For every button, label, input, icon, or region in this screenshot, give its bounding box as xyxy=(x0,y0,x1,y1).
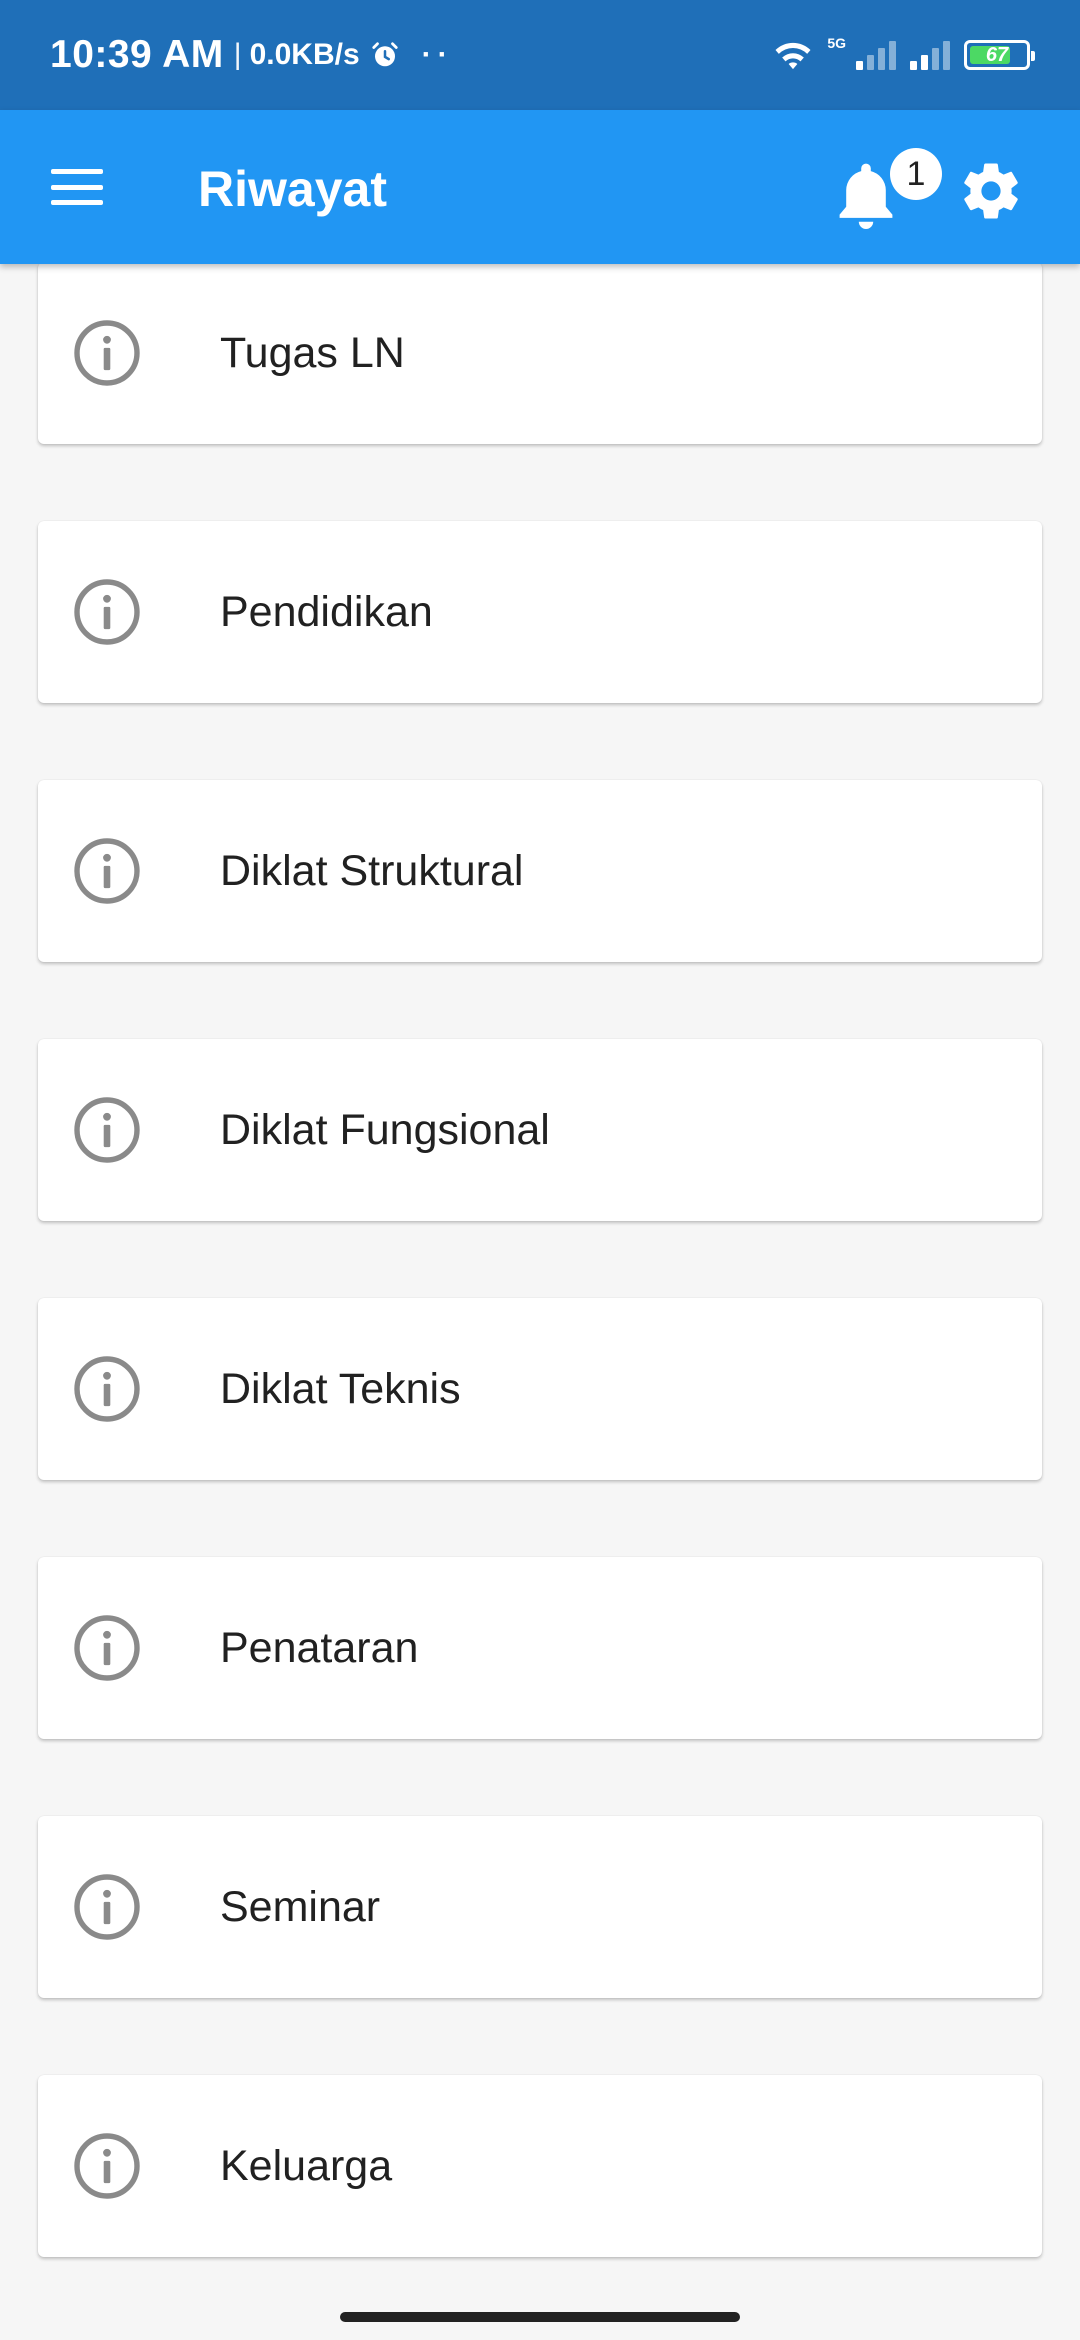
info-icon xyxy=(74,1356,140,1422)
info-icon xyxy=(74,1097,140,1163)
info-icon xyxy=(74,1874,140,1940)
network-type-label: 5G xyxy=(827,35,846,51)
network-speed: 0.0KB/s xyxy=(249,38,360,71)
battery-level: 67 xyxy=(985,43,1009,66)
list-item-pendidikan[interactable]: Pendidikan xyxy=(38,521,1042,703)
list-item-diklat-struktural[interactable]: Diklat Struktural xyxy=(38,780,1042,962)
list-item-label: Seminar xyxy=(220,1882,381,1931)
info-icon xyxy=(74,579,140,645)
info-icon xyxy=(74,2133,140,2199)
info-icon xyxy=(74,1615,140,1681)
home-indicator[interactable] xyxy=(340,2312,740,2322)
menu-icon-line xyxy=(51,169,103,174)
status-time: 10:39 AM xyxy=(50,33,224,76)
settings-button[interactable] xyxy=(958,158,1024,224)
notification-button[interactable]: 1 xyxy=(830,148,942,238)
list-item-label: Keluarga xyxy=(220,2141,393,2190)
list-item-label: Diklat Teknis xyxy=(220,1364,461,1413)
alarm-icon xyxy=(372,42,398,67)
menu-icon-line xyxy=(51,184,103,190)
status-right: 5G 67 xyxy=(773,0,1035,110)
list-item-label: Pendidikan xyxy=(220,587,433,636)
signal-icon-sim2 xyxy=(910,40,950,70)
wifi-icon xyxy=(775,42,811,70)
list-item-seminar[interactable]: Seminar xyxy=(38,1816,1042,1998)
gear-icon xyxy=(964,163,1018,219)
list-item-label: Penataran xyxy=(220,1623,419,1672)
list-item-label: Tugas LN xyxy=(220,328,405,377)
app-bar: Riwayat 1 xyxy=(0,110,1080,264)
page-title: Riwayat xyxy=(198,161,387,217)
battery-icon: 67 xyxy=(964,40,1035,70)
status-bar: 10:39 AM | 0.0KB/s ·· 5G 67 xyxy=(0,0,1080,110)
list-item-label: Diklat Struktural xyxy=(220,846,524,895)
info-icon xyxy=(74,320,140,386)
info-icon xyxy=(74,838,140,904)
list-item-diklat-teknis[interactable]: Diklat Teknis xyxy=(38,1298,1042,1480)
list-item-keluarga[interactable]: Keluarga xyxy=(38,2075,1042,2257)
status-left: 10:39 AM | 0.0KB/s ·· xyxy=(50,0,454,110)
signal-icon-sim1 xyxy=(856,40,896,70)
menu-button[interactable] xyxy=(40,157,114,217)
list-item-penataran[interactable]: Penataran xyxy=(38,1557,1042,1739)
list-item-label: Diklat Fungsional xyxy=(220,1105,550,1154)
menu-icon-line xyxy=(51,200,103,205)
list-item-tugas-ln[interactable]: Tugas LN xyxy=(38,262,1042,444)
status-separator: | xyxy=(233,38,242,71)
list-item-diklat-fungsional[interactable]: Diklat Fungsional xyxy=(38,1039,1042,1221)
status-dots: ·· xyxy=(421,38,454,71)
notification-badge: 1 xyxy=(890,148,942,200)
